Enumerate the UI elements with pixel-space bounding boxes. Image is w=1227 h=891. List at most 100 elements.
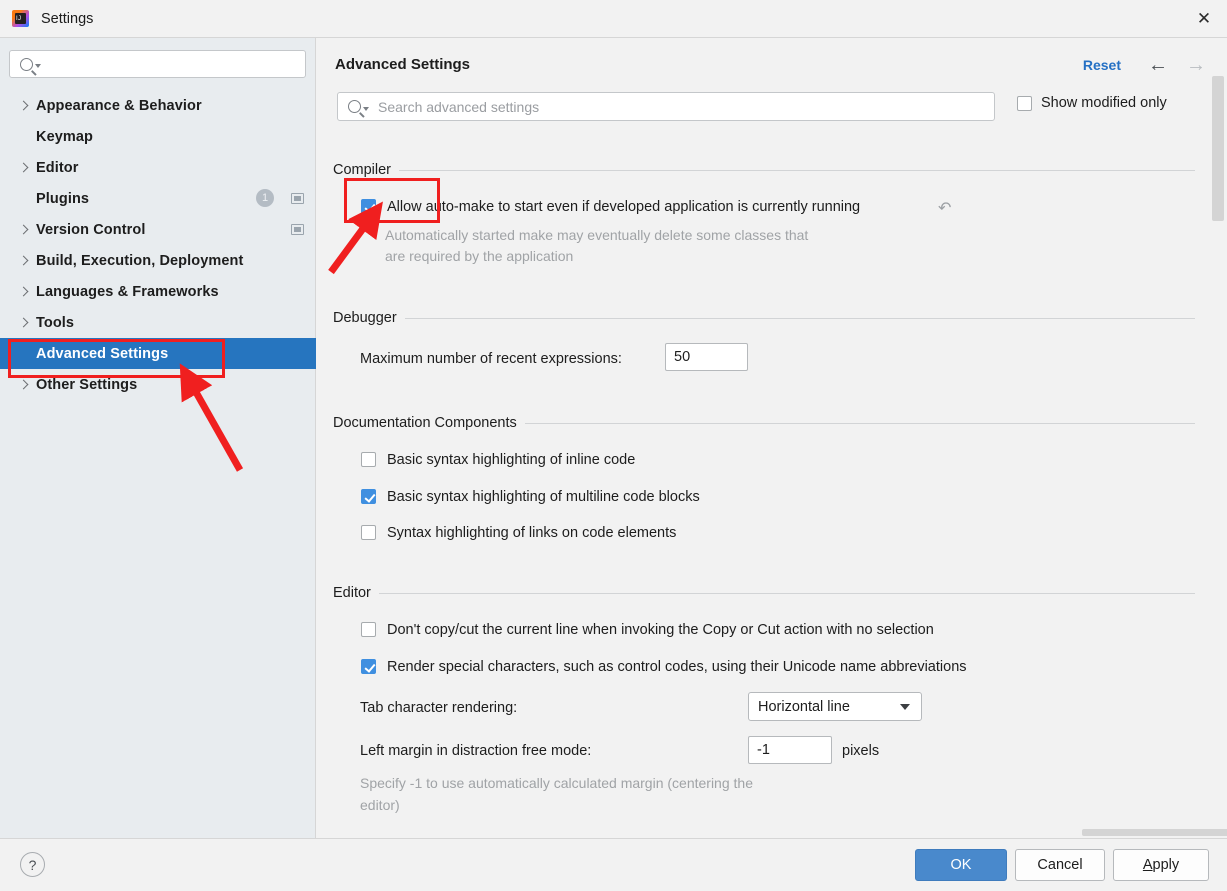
project-settings-icon [291, 193, 304, 204]
reset-link[interactable]: Reset [1083, 57, 1121, 73]
chevron-down-icon [35, 64, 41, 68]
chevron-right-icon [18, 162, 30, 174]
section-title: Editor [333, 585, 371, 601]
no-chevron-spacer [18, 131, 30, 143]
section-title: Documentation Components [333, 415, 517, 431]
left-margin-help-line-1: Specify -1 to use automatically calculat… [360, 775, 753, 791]
sidebar-item-advanced-settings[interactable]: Advanced Settings [0, 338, 316, 369]
apply-label-mnemonic: A [1142, 857, 1153, 873]
sidebar-item-version-control[interactable]: Version Control [0, 214, 316, 245]
sidebar-item-build-execution-deployment[interactable]: Build, Execution, Deployment [0, 245, 316, 276]
doc-multiline-blocks-label: Basic syntax highlighting of multiline c… [387, 489, 700, 505]
section-header-compiler: Compiler [333, 162, 1195, 178]
sidebar-item-tools[interactable]: Tools [0, 307, 316, 338]
intellij-idea-icon: IJ [12, 10, 29, 27]
editor-render-special-chars-checkbox[interactable]: Render special characters, such as contr… [361, 659, 967, 675]
help-button[interactable]: ? [20, 852, 45, 877]
left-margin-help-line-2: editor) [360, 797, 400, 813]
sidebar-item-label: Editor [36, 159, 79, 176]
apply-button[interactable]: Apply [1113, 849, 1209, 881]
sidebar-item-keymap[interactable]: Keymap [0, 121, 316, 152]
editor-no-copy-cut-line-checkbox[interactable]: Don't copy/cut the current line when inv… [361, 622, 934, 638]
checkbox-box [361, 489, 376, 504]
page-title: Advanced Settings [335, 56, 471, 73]
revert-icon[interactable]: ↶ [938, 198, 951, 218]
checkbox-box [361, 452, 376, 467]
doc-multiline-blocks-checkbox[interactable]: Basic syntax highlighting of multiline c… [361, 489, 700, 505]
sidebar-item-label: Keymap [36, 128, 94, 145]
main-panel: Advanced Settings Reset ← → Search advan… [317, 38, 1227, 838]
checkbox-box [1017, 95, 1032, 111]
sidebar-item-plugins[interactable]: Plugins 1 [0, 183, 316, 214]
compiler-help-line-2: are required by the application [385, 248, 574, 264]
tab-character-rendering-value: Horizontal line [758, 698, 850, 715]
editor-render-special-chars-label: Render special characters, such as contr… [387, 659, 967, 675]
checkbox-box [361, 525, 376, 540]
vertical-scrollbar-thumb[interactable] [1212, 76, 1224, 221]
sidebar-item-label: Build, Execution, Deployment [36, 252, 244, 269]
dialog-footer: ? OK Cancel Apply [0, 838, 1227, 891]
tab-character-rendering-label: Tab character rendering: [360, 700, 518, 716]
max-recent-expressions-label: Maximum number of recent expressions: [360, 351, 622, 367]
sidebar-item-other-settings[interactable]: Other Settings [0, 369, 316, 400]
project-settings-icon [291, 224, 304, 235]
checkbox-box [361, 659, 376, 674]
sidebar-item-label: Tools [36, 314, 75, 331]
chevron-right-icon [18, 286, 30, 298]
left-margin-label: Left margin in distraction free mode: [360, 743, 592, 759]
chevron-right-icon [18, 224, 30, 236]
section-divider [524, 422, 1195, 424]
apply-label-rest: pply [1152, 857, 1180, 873]
settings-tree: Appearance & Behavior Keymap Editor Plug… [0, 90, 316, 400]
search-icon [20, 57, 33, 71]
sidebar-item-label: Advanced Settings [36, 345, 169, 362]
sidebar-item-label: Languages & Frameworks [36, 283, 219, 300]
section-title: Compiler [333, 162, 392, 178]
sidebar-search-input[interactable] [9, 50, 306, 78]
cancel-button[interactable]: Cancel [1015, 849, 1105, 881]
section-divider [404, 317, 1195, 319]
sidebar-item-label: Other Settings [36, 376, 138, 393]
max-recent-expressions-input[interactable]: 50 [665, 343, 748, 371]
section-header-debugger: Debugger [333, 310, 1195, 326]
doc-links-highlight-label: Syntax highlighting of links on code ele… [387, 525, 677, 541]
doc-links-highlight-checkbox[interactable]: Syntax highlighting of links on code ele… [361, 525, 676, 541]
horizontal-scrollbar[interactable] [1082, 829, 1227, 836]
section-header-documentation: Documentation Components [333, 415, 1195, 431]
doc-inline-code-label: Basic syntax highlighting of inline code [387, 452, 636, 468]
editor-no-copy-cut-line-label: Don't copy/cut the current line when inv… [387, 622, 934, 638]
arrow-right-icon[interactable]: → [1183, 54, 1209, 76]
search-icon [348, 100, 361, 113]
chevron-right-icon [18, 255, 30, 267]
chevron-down-icon [363, 106, 369, 111]
window-title: Settings [41, 10, 94, 27]
checkbox-box [361, 199, 376, 214]
sidebar-item-appearance-behavior[interactable]: Appearance & Behavior [0, 90, 316, 121]
show-modified-only-checkbox[interactable]: Show modified only [1017, 95, 1167, 111]
compiler-allow-automake-checkbox[interactable]: Allow auto-make to start even if develop… [361, 199, 860, 215]
close-icon[interactable]: ✕ [1181, 0, 1227, 37]
section-title: Debugger [333, 310, 397, 326]
compiler-help-line-1: Automatically started make may eventuall… [385, 227, 809, 243]
ok-button[interactable]: OK [915, 849, 1007, 881]
show-modified-only-label: Show modified only [1041, 95, 1167, 111]
left-margin-input[interactable]: -1 [748, 736, 832, 764]
checkbox-box [361, 622, 376, 637]
arrow-left-icon[interactable]: ← [1145, 54, 1171, 76]
sidebar-item-editor[interactable]: Editor [0, 152, 316, 183]
chevron-right-icon [18, 317, 30, 329]
compiler-allow-automake-label: Allow auto-make to start even if develop… [387, 199, 861, 215]
section-header-editor: Editor [333, 585, 1195, 601]
no-chevron-spacer [18, 193, 30, 205]
chevron-down-icon [900, 704, 910, 710]
no-chevron-spacer [18, 348, 30, 360]
search-input[interactable]: Search advanced settings [337, 92, 995, 121]
doc-inline-code-checkbox[interactable]: Basic syntax highlighting of inline code [361, 452, 635, 468]
tab-character-rendering-select[interactable]: Horizontal line [748, 692, 922, 721]
sidebar-item-languages-frameworks[interactable]: Languages & Frameworks [0, 276, 316, 307]
sidebar: Appearance & Behavior Keymap Editor Plug… [0, 38, 316, 838]
sidebar-item-label: Plugins [36, 190, 90, 207]
settings-dialog: IJ Settings ✕ Appearance & Behavior Keym… [0, 0, 1227, 891]
section-divider [378, 592, 1195, 594]
left-margin-units: pixels [842, 743, 880, 759]
